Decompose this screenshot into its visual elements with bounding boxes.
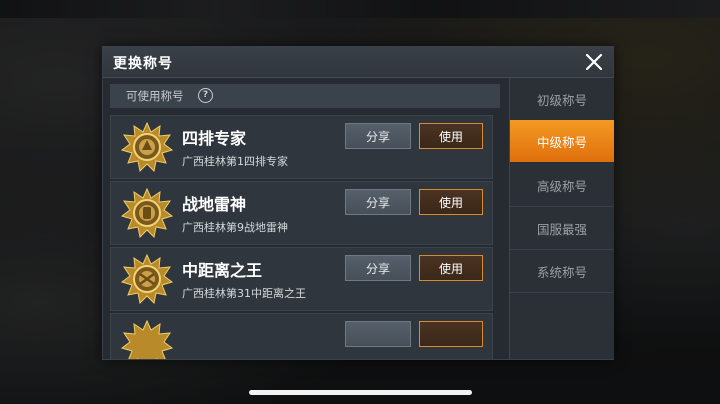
share-button[interactable]: 分享: [345, 189, 411, 215]
title-list-panel: 可使用称号 ? 四排专家 广西桂林第1四排专家 分享 使用 战地雷神 广西桂林第…: [103, 78, 509, 359]
share-button[interactable]: 分享: [345, 255, 411, 281]
share-button[interactable]: [345, 321, 411, 347]
gold-star-badge-icon: [121, 320, 173, 359]
tab-system-titles[interactable]: 系统称号: [510, 250, 614, 293]
tab-beginner-titles[interactable]: 初级称号: [510, 78, 614, 121]
home-indicator[interactable]: [249, 390, 472, 395]
use-button[interactable]: 使用: [419, 255, 483, 281]
use-button[interactable]: 使用: [419, 189, 483, 215]
title-name: 中距离之王: [182, 261, 263, 280]
title-name: 战地雷神: [182, 195, 247, 214]
title-row: 中距离之王 广西桂林第31中距离之王 分享 使用: [110, 247, 493, 311]
help-icon[interactable]: ?: [198, 88, 213, 103]
gold-star-badge-icon: [121, 188, 173, 238]
close-icon: [585, 53, 603, 71]
share-button[interactable]: 分享: [345, 123, 411, 149]
available-titles-header: 可使用称号 ?: [110, 84, 500, 108]
close-button[interactable]: [583, 51, 605, 73]
title-row: 四排专家 广西桂林第1四排专家 分享 使用: [110, 115, 493, 179]
title-row: 战地雷神 广西桂林第9战地雷神 分享 使用: [110, 181, 493, 245]
available-titles-label: 可使用称号: [126, 89, 184, 103]
title-name: 四排专家: [182, 129, 247, 148]
title-category-sidebar: 初级称号 中级称号 高级称号 国服最强 系统称号: [509, 78, 614, 359]
dialog-titlebar: 更换称号: [103, 47, 613, 78]
title-description: 广西桂林第9战地雷神: [182, 221, 288, 234]
use-button[interactable]: [419, 321, 483, 347]
tab-advanced-titles[interactable]: 高级称号: [510, 164, 614, 207]
change-title-dialog: 更换称号 可使用称号 ? 四排专家 广西桂林第1四排专家 分享 使用 战地雷神 …: [102, 46, 614, 360]
tab-server-strongest[interactable]: 国服最强: [510, 207, 614, 250]
use-button[interactable]: 使用: [419, 123, 483, 149]
tab-intermediate-titles[interactable]: 中级称号: [510, 120, 614, 162]
gold-star-badge-icon: [121, 122, 173, 172]
title-row-partial: [110, 313, 493, 359]
dialog-title: 更换称号: [113, 56, 173, 72]
title-description: 广西桂林第31中距离之王: [182, 287, 306, 300]
gold-star-badge-icon: [121, 254, 173, 304]
title-description: 广西桂林第1四排专家: [182, 155, 288, 168]
